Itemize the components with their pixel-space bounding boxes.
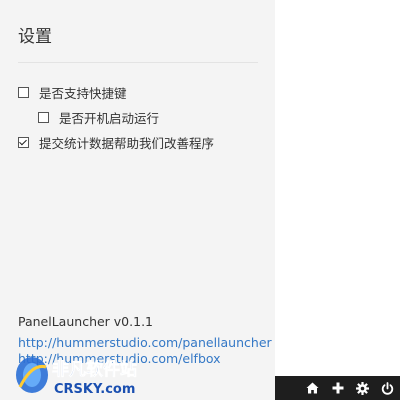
power-icon bbox=[381, 381, 394, 395]
version-text: PanelLauncher v0.1.1 bbox=[18, 314, 153, 329]
option-shortcut-keys[interactable]: 是否支持快捷键 bbox=[18, 83, 127, 102]
settings-button[interactable] bbox=[350, 376, 375, 400]
gear-icon bbox=[356, 381, 369, 395]
add-button[interactable] bbox=[325, 376, 350, 400]
option-launch-at-startup[interactable]: 是否开机启动运行 bbox=[38, 108, 159, 127]
svg-text:CRSKY.com: CRSKY.com bbox=[54, 382, 135, 397]
checkbox-submit-statistics[interactable] bbox=[18, 137, 29, 148]
crsky-watermark-logo: 非凡软件站 CRSKY.com bbox=[16, 357, 137, 397]
home-button[interactable] bbox=[300, 376, 325, 400]
link-panellauncher[interactable]: http://hummerstudio.com/panellauncher bbox=[18, 335, 272, 350]
bottom-toolbar bbox=[275, 376, 400, 400]
checkbox-launch-at-startup[interactable] bbox=[38, 112, 49, 123]
option-label: 是否支持快捷键 bbox=[39, 86, 127, 101]
launcher-area bbox=[275, 0, 400, 400]
option-label: 是否开机启动运行 bbox=[59, 111, 160, 126]
checkbox-shortcut-keys[interactable] bbox=[18, 87, 29, 98]
option-label: 提交统计数据帮助我们改善程序 bbox=[39, 136, 215, 151]
option-submit-statistics[interactable]: 提交统计数据帮助我们改善程序 bbox=[18, 133, 214, 152]
home-icon bbox=[306, 382, 319, 394]
divider bbox=[18, 62, 258, 63]
settings-title: 设置 bbox=[18, 27, 52, 47]
svg-text:非凡软件站: 非凡软件站 bbox=[52, 359, 137, 380]
settings-panel: 设置 是否支持快捷键 是否开机启动运行 提交统计数据帮助我们改善程序 Panel… bbox=[0, 0, 275, 400]
power-button[interactable] bbox=[375, 376, 400, 400]
add-icon bbox=[332, 382, 343, 394]
